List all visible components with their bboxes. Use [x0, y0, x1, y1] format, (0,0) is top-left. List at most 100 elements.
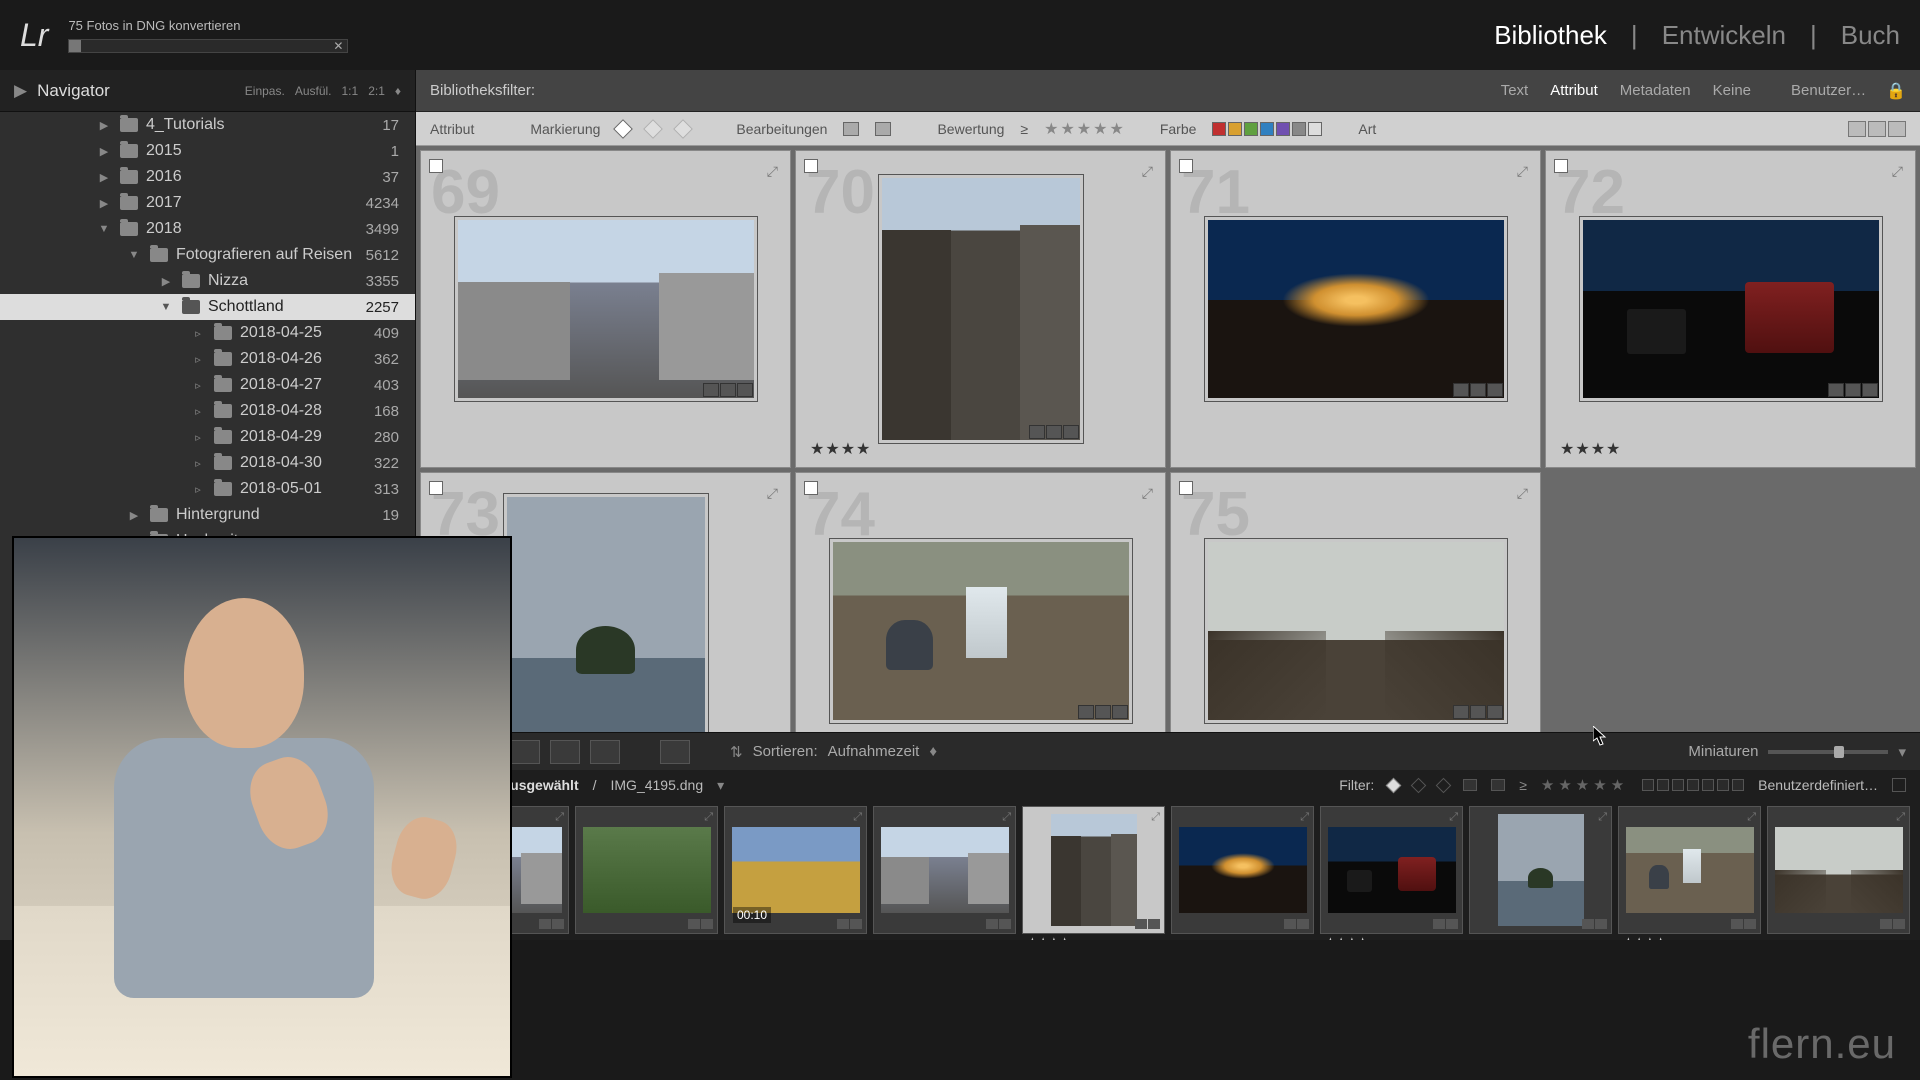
compare-view-button[interactable]	[510, 740, 540, 764]
grid-cell[interactable]: 75⤢★★★★	[1170, 472, 1541, 732]
filmstrip-cell[interactable]: ⤢★★★★	[1320, 806, 1463, 934]
badge-icon[interactable]	[1487, 383, 1503, 397]
badge-icon[interactable]	[1148, 919, 1160, 929]
thumbnail-grid[interactable]: 69⤢70⤢★★★★71⤢72⤢★★★★73⤢74⤢★★★★75⤢★★★★	[416, 146, 1920, 732]
fs-flag-unflagged-icon[interactable]	[1411, 777, 1427, 793]
badge-icon[interactable]	[850, 919, 862, 929]
filmstrip-cell[interactable]: ⤢	[1469, 806, 1612, 934]
zoom-fill[interactable]: Ausfül.	[295, 84, 332, 98]
toolbar-menu-icon[interactable]: ▾	[1898, 743, 1906, 761]
thumbnail[interactable]	[1204, 216, 1508, 402]
fs-rotate-icon[interactable]: ⤢	[704, 811, 713, 824]
folder-row[interactable]: ▶20174234	[0, 190, 415, 216]
zoom-2-1[interactable]: 2:1	[368, 84, 385, 98]
fs-rotate-icon[interactable]: ⤢	[853, 811, 862, 824]
badge-icon[interactable]	[1828, 383, 1844, 397]
folder-row[interactable]: ▶Nizza3355	[0, 268, 415, 294]
filmstrip-cell[interactable]: ⤢00:10	[724, 806, 867, 934]
kind-master-button[interactable]	[1848, 121, 1866, 137]
folder-disclosure-icon[interactable]: ▹	[190, 483, 206, 496]
folder-disclosure-icon[interactable]: ▶	[158, 275, 174, 288]
kind-video-button[interactable]	[1888, 121, 1906, 137]
badge-icon[interactable]	[703, 383, 719, 397]
folder-disclosure-icon[interactable]: ▹	[190, 431, 206, 444]
cell-flag-checkbox[interactable]	[429, 159, 443, 173]
color-swatch[interactable]	[1276, 122, 1290, 136]
cell-rating[interactable]: ★★★★	[810, 439, 871, 459]
fs-color-swatch[interactable]	[1702, 779, 1714, 791]
grid-cell[interactable]: 70⤢★★★★	[795, 150, 1166, 468]
badge-icon[interactable]	[986, 919, 998, 929]
fs-filter-preset[interactable]: Benutzerdefiniert…	[1758, 777, 1878, 793]
filter-lock-icon[interactable]: 🔒	[1886, 81, 1906, 101]
filmstrip-cell[interactable]: ⤢	[1767, 806, 1910, 934]
folder-disclosure-icon[interactable]: ▼	[158, 301, 174, 313]
folder-row[interactable]: ▹2018-04-28168	[0, 398, 415, 424]
zoom-menu-icon[interactable]: ♦	[395, 84, 401, 98]
thumbnail-size-slider[interactable]	[1768, 750, 1888, 754]
filter-tab-text[interactable]: Text	[1501, 82, 1529, 99]
fs-color-swatch[interactable]	[1717, 779, 1729, 791]
folder-disclosure-icon[interactable]: ▶	[96, 145, 112, 158]
color-swatch[interactable]	[1228, 122, 1242, 136]
grid-cell[interactable]: 69⤢	[420, 150, 791, 468]
badge-icon[interactable]	[1880, 919, 1892, 929]
folder-disclosure-icon[interactable]: ▶	[96, 119, 112, 132]
folder-row[interactable]: ▶201637	[0, 164, 415, 190]
cell-flag-checkbox[interactable]	[804, 159, 818, 173]
filmstrip-cell[interactable]: ⤢★★★★	[1022, 806, 1165, 934]
filmstrip-cell[interactable]: ⤢	[873, 806, 1016, 934]
badge-icon[interactable]	[1595, 919, 1607, 929]
badge-icon[interactable]	[1470, 383, 1486, 397]
fs-color-swatch[interactable]	[1732, 779, 1744, 791]
folder-row[interactable]: ▼Fotografieren auf Reisen5612	[0, 242, 415, 268]
flag-unflagged-icon[interactable]	[643, 119, 663, 139]
module-library[interactable]: Bibliothek	[1494, 20, 1607, 51]
thumbnail[interactable]	[1579, 216, 1883, 402]
folder-disclosure-icon[interactable]: ▹	[190, 353, 206, 366]
fs-color-swatch[interactable]	[1642, 779, 1654, 791]
fs-rating[interactable]: ★★★★	[1623, 935, 1666, 940]
badge-icon[interactable]	[1135, 919, 1147, 929]
star-icon[interactable]: ★	[1044, 119, 1058, 139]
cell-rotate-icon[interactable]: ⤢	[1142, 163, 1153, 180]
cell-rotate-icon[interactable]: ⤢	[767, 485, 778, 502]
fs-rotate-icon[interactable]: ⤢	[1896, 811, 1905, 824]
filmstrip-cell[interactable]: ⤢	[575, 806, 718, 934]
folder-row[interactable]: ▼Schottland2257	[0, 294, 415, 320]
kind-virtual-button[interactable]	[1868, 121, 1886, 137]
folder-disclosure-icon[interactable]: ▹	[190, 405, 206, 418]
color-swatch[interactable]	[1308, 122, 1322, 136]
cell-flag-checkbox[interactable]	[1179, 481, 1193, 495]
sort-value[interactable]: Aufnahmezeit	[828, 743, 920, 760]
thumbnail[interactable]	[503, 493, 709, 732]
thumbnail[interactable]	[878, 174, 1084, 444]
fs-color-swatch[interactable]	[1687, 779, 1699, 791]
fs-edits-icon[interactable]	[1491, 779, 1505, 791]
folder-row[interactable]: ▶Hintergrund19	[0, 502, 415, 528]
fs-rating-stars[interactable]: ★★★★★	[1541, 776, 1628, 794]
badge-icon[interactable]	[1731, 919, 1743, 929]
folder-disclosure-icon[interactable]: ▶	[126, 509, 142, 522]
filmstrip-cell[interactable]: ⤢★★★★	[1618, 806, 1761, 934]
color-swatch[interactable]	[1292, 122, 1306, 136]
star-icon[interactable]: ★	[1109, 119, 1123, 139]
badge-icon[interactable]	[1297, 919, 1309, 929]
badge-icon[interactable]	[539, 919, 551, 929]
folder-row[interactable]: ▶4_Tutorials17	[0, 112, 415, 138]
badge-icon[interactable]	[1029, 425, 1045, 439]
sort-direction-icon[interactable]: ⇅	[730, 743, 743, 761]
badge-icon[interactable]	[1284, 919, 1296, 929]
survey-view-button[interactable]	[550, 740, 580, 764]
cell-flag-checkbox[interactable]	[1179, 159, 1193, 173]
badge-icon[interactable]	[1487, 705, 1503, 719]
thumbnail[interactable]	[1204, 538, 1508, 724]
filter-tab-none[interactable]: Keine	[1713, 82, 1751, 99]
badge-icon[interactable]	[720, 383, 736, 397]
badge-icon[interactable]	[1453, 383, 1469, 397]
badge-icon[interactable]	[1446, 919, 1458, 929]
folder-disclosure-icon[interactable]: ▹	[190, 379, 206, 392]
cell-rotate-icon[interactable]: ⤢	[1517, 163, 1528, 180]
folder-row[interactable]: ▹2018-04-25409	[0, 320, 415, 346]
zoom-fit[interactable]: Einpas.	[245, 84, 285, 98]
